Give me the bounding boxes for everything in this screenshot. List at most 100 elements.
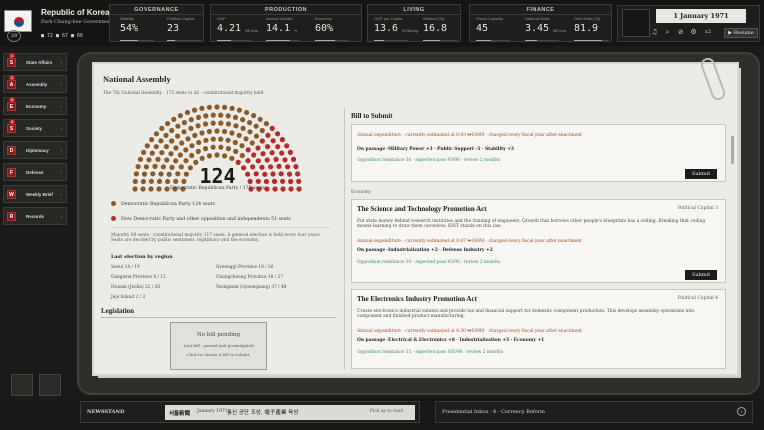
seat	[236, 107, 242, 113]
seat	[188, 125, 194, 131]
newsstand[interactable]: NEWSSTAND 서울新聞 January 1971 통신 공단 조성, 電子…	[80, 401, 420, 423]
resource-2: ■ 67	[56, 33, 69, 39]
seat	[263, 121, 269, 127]
legend-opposition: New Democratic Party and other oppositio…	[111, 216, 291, 222]
seat	[257, 116, 263, 122]
seat	[214, 152, 220, 158]
sidebar-item-economy[interactable]: E 3 Economy ›	[3, 97, 67, 115]
seat	[159, 125, 165, 131]
seat	[189, 152, 195, 159]
seat	[273, 156, 279, 162]
sidebar-item-assembly[interactable]: A 2 Assembly ›	[3, 75, 67, 93]
seat	[210, 136, 216, 142]
seat	[153, 144, 159, 150]
search-icon[interactable]: ⌕	[663, 28, 672, 37]
seat	[232, 139, 238, 146]
sidebar-item-state-affairs[interactable]: S 1 State Affairs ›	[3, 53, 67, 71]
seat	[206, 104, 212, 110]
stat-bar	[374, 40, 408, 41]
presidential-inbox[interactable]: Presidential Inbox · 4 · Currency Reform…	[435, 401, 753, 423]
seat	[243, 136, 249, 142]
panel-title: PRODUCTION	[211, 5, 361, 15]
divider	[111, 227, 331, 228]
bill-title: The Electronics Industry Promotion Act	[357, 295, 477, 303]
stat-bar	[266, 40, 300, 41]
submit-button[interactable]: Submit	[685, 169, 717, 179]
seat	[195, 114, 202, 120]
stat[interactable]: Annual Growth 14.1%	[266, 16, 300, 41]
stat[interactable]: Debt Ratio (%) 81.9	[574, 16, 608, 41]
submit-button[interactable]: Submit	[685, 270, 717, 280]
assembly-panel: National Assembly The 7th National Assem…	[94, 64, 341, 374]
legend-ruling: Democratic Republican Party 124 seats	[111, 201, 215, 207]
stat-bar	[574, 40, 608, 41]
seat	[264, 157, 270, 163]
settings-icon[interactable]: ⚙	[689, 28, 698, 37]
flag-icon	[4, 10, 32, 32]
stat[interactable]: GDP per Capita 13.6 $10k/cap	[374, 16, 418, 41]
seat	[179, 140, 185, 146]
no-bill-box[interactable]: No bill pending Last bill · passed and p…	[170, 322, 267, 370]
stat-value: 14.1	[266, 23, 291, 34]
page-title: National Assembly	[103, 74, 171, 84]
seat	[183, 158, 189, 164]
sidebar-item-society[interactable]: S 4 Society ›	[3, 119, 67, 137]
music-icon[interactable]: ♫	[650, 28, 659, 37]
event-slot[interactable]	[622, 9, 650, 37]
resume-button[interactable]: ▶ Resume	[724, 28, 758, 38]
sidebar: S 1 State Affairs › A 2 Assembly › E 3 Economy › S 4 S…	[3, 53, 67, 233]
history-icon[interactable]: ⊘	[676, 28, 685, 37]
chevron-icon: ›	[60, 214, 63, 219]
inbox-arrow-icon[interactable]: ›	[737, 407, 746, 416]
sidebar-item-label: Assembly	[26, 82, 48, 87]
stat-value: 60%	[315, 23, 334, 34]
seat	[259, 127, 265, 134]
bill-card: The Electronics Industry Promotion Act P…	[351, 289, 726, 369]
seat	[169, 138, 175, 144]
bill-passage: On passage ·Military Power +3 · Public S…	[357, 147, 514, 152]
region-result: Seoul 14 / 19	[111, 265, 140, 270]
sidebar-item-records[interactable]: R Records ›	[3, 207, 67, 225]
chevron-icon: ›	[60, 60, 63, 65]
sidebar-item-diplomacy[interactable]: D Diplomacy ›	[3, 141, 67, 159]
stat[interactable]: GDP 4.21 $B won	[217, 16, 258, 41]
seat	[163, 132, 169, 138]
stat[interactable]: Inflation (%) 16.8	[423, 16, 457, 41]
sidebar-item-label: Records	[26, 214, 45, 219]
top-bar: 29 Republic of Korea Park Chung-hee Gove…	[0, 0, 764, 46]
seat	[279, 150, 285, 156]
stat[interactable]: National Debt 3.45 $B won	[525, 16, 566, 41]
stat-value: 4.21	[217, 23, 242, 34]
seat	[202, 121, 209, 127]
seat	[195, 148, 201, 154]
read-action[interactable]: Pick up to read	[370, 409, 403, 414]
bill-card: The Science and Technology Promotion Act…	[351, 199, 726, 283]
stat[interactable]: Economy 60%	[315, 16, 349, 41]
seat	[173, 158, 179, 164]
document-paper: National Assembly The 7th National Assem…	[94, 64, 737, 374]
sidebar-item-defense[interactable]: F Defense ›	[3, 163, 67, 181]
stat[interactable]: Fiscal Capacity 45	[476, 16, 510, 41]
seat	[232, 114, 239, 120]
stat-bar	[423, 40, 457, 41]
newspaper[interactable]: 서울新聞 January 1971 통신 공단 조성, 電子產業 육성 Pick…	[165, 405, 415, 420]
stat-label: Fiscal Capacity	[476, 16, 504, 21]
panel-title: LIVING	[368, 5, 460, 15]
sidebar-item-weekly-brief[interactable]: W Weekly Brief ›	[3, 185, 67, 203]
seat	[158, 138, 164, 144]
stat[interactable]: Political Capital 23	[167, 16, 201, 41]
bill-passage: On passage ·Industrialization +2 · Defen…	[357, 248, 493, 253]
seat	[177, 113, 183, 119]
building-icon[interactable]	[11, 374, 33, 396]
seat	[251, 152, 257, 158]
stat-label: Political Capital	[167, 16, 195, 21]
vertical-divider	[344, 108, 345, 370]
seat	[149, 150, 155, 156]
chevron-icon: ›	[60, 148, 63, 153]
seat	[225, 113, 231, 119]
seat	[159, 150, 165, 156]
bill-expenditure: Annual expenditure · currently estimated…	[357, 239, 582, 244]
document-icon[interactable]	[39, 374, 61, 396]
stat[interactable]: Stability 54%	[120, 16, 154, 41]
seat	[203, 137, 209, 143]
